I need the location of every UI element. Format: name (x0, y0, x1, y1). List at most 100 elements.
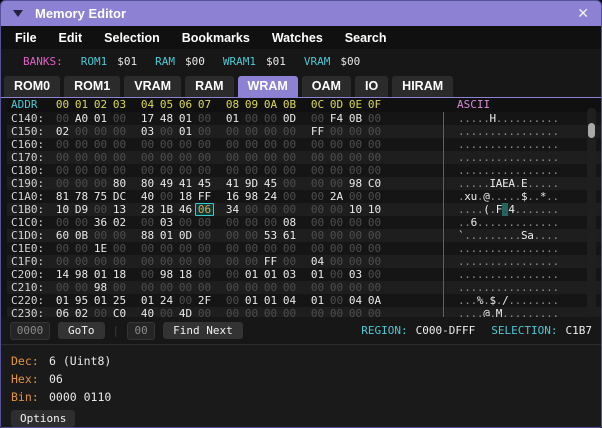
find-next-button[interactable]: Find Next (163, 322, 243, 339)
byte-cell[interactable]: 00 (53, 151, 72, 164)
byte-cell[interactable]: 00 (195, 216, 214, 229)
byte-cell[interactable]: 00 (346, 164, 365, 177)
byte-cell[interactable]: 00 (138, 151, 157, 164)
find-byte-input[interactable] (127, 321, 156, 340)
byte-cell[interactable]: 00 (72, 164, 91, 177)
byte-cell[interactable]: 00 (53, 242, 72, 255)
byte-cell[interactable]: 03 (157, 216, 176, 229)
byte-cell[interactable]: 00 (157, 255, 176, 268)
byte-cell[interactable]: 00 (195, 242, 214, 255)
scrollbar-thumb[interactable] (588, 123, 595, 138)
byte-cell[interactable]: 00 (157, 307, 176, 317)
byte-cell[interactable]: 00 (261, 125, 280, 138)
byte-cell[interactable]: 0B (346, 112, 365, 125)
byte-cell[interactable]: 00 (138, 164, 157, 177)
menu-selection[interactable]: Selection (93, 31, 171, 45)
byte-cell[interactable]: 00 (195, 255, 214, 268)
byte-cell[interactable]: 00 (157, 125, 176, 138)
byte-cell[interactable]: 41 (223, 177, 242, 190)
byte-cell[interactable]: C0 (365, 177, 384, 190)
byte-cell[interactable]: 24 (261, 190, 280, 203)
byte-cell[interactable]: 00 (308, 307, 327, 317)
goto-address-input[interactable] (10, 321, 50, 340)
byte-cell[interactable]: 98 (91, 281, 110, 294)
byte-cell[interactable]: 00 (72, 255, 91, 268)
byte-cell[interactable]: 01 (157, 229, 176, 242)
byte-cell[interactable]: 00 (72, 242, 91, 255)
byte-cell[interactable]: 40 (138, 307, 157, 317)
byte-cell[interactable]: 00 (72, 216, 91, 229)
byte-cell[interactable]: 00 (308, 112, 327, 125)
byte-cell[interactable]: FF (261, 255, 280, 268)
byte-cell[interactable]: 00 (261, 151, 280, 164)
ascii-char[interactable]: . (552, 138, 559, 151)
byte-cell[interactable]: 00 (223, 138, 242, 151)
byte-cell[interactable]: 88 (138, 229, 157, 242)
byte-cell[interactable]: 04 (308, 255, 327, 268)
byte-cell[interactable]: 00 (365, 138, 384, 151)
menu-watches[interactable]: Watches (261, 31, 334, 45)
ascii-char[interactable]: . (552, 307, 559, 317)
byte-cell[interactable]: 78 (72, 190, 91, 203)
byte-cell[interactable]: F4 (327, 112, 346, 125)
byte-cell[interactable]: 00 (327, 203, 346, 216)
byte-cell[interactable]: 00 (242, 229, 261, 242)
byte-cell[interactable]: 00 (91, 177, 110, 190)
byte-cell[interactable]: 00 (53, 138, 72, 151)
byte-cell[interactable]: 00 (346, 138, 365, 151)
byte-cell[interactable]: 00 (242, 216, 261, 229)
byte-cell[interactable]: 03 (138, 125, 157, 138)
byte-cell[interactable]: 98 (72, 268, 91, 281)
byte-cell[interactable]: 02 (110, 216, 129, 229)
byte-cell[interactable]: 00 (176, 242, 195, 255)
menu-bookmarks[interactable]: Bookmarks (171, 31, 261, 45)
byte-cell[interactable]: 00 (176, 255, 195, 268)
byte-cell[interactable]: 17 (138, 112, 157, 125)
byte-cell[interactable]: 60 (53, 229, 72, 242)
byte-cell[interactable]: 00 (261, 112, 280, 125)
ascii-char[interactable]: . (552, 112, 559, 125)
byte-cell[interactable]: 00 (223, 255, 242, 268)
byte-cell[interactable]: 00 (327, 138, 346, 151)
menu-search[interactable]: Search (334, 31, 398, 45)
byte-cell[interactable]: 00 (365, 164, 384, 177)
byte-cell[interactable]: FF (308, 125, 327, 138)
byte-cell[interactable]: 00 (327, 216, 346, 229)
byte-cell[interactable]: 0B (72, 229, 91, 242)
byte-cell[interactable]: 03 (346, 268, 365, 281)
byte-cell[interactable]: 00 (365, 190, 384, 203)
byte-cell[interactable]: 00 (308, 151, 327, 164)
byte-cell[interactable]: DC (110, 190, 129, 203)
byte-cell[interactable]: 36 (91, 216, 110, 229)
byte-cell[interactable]: 00 (242, 138, 261, 151)
byte-cell[interactable]: 00 (280, 307, 299, 317)
byte-cell[interactable]: C0 (110, 307, 129, 317)
byte-cell[interactable]: 00 (261, 138, 280, 151)
byte-cell[interactable]: 1E (91, 242, 110, 255)
byte-cell[interactable]: 00 (327, 268, 346, 281)
byte-cell[interactable]: 00 (223, 151, 242, 164)
byte-cell[interactable]: 00 (280, 164, 299, 177)
ascii-char[interactable]: . (552, 242, 559, 255)
byte-cell[interactable]: 00 (110, 164, 129, 177)
byte-cell[interactable]: 00 (157, 281, 176, 294)
byte-cell[interactable]: 00 (261, 307, 280, 317)
byte-cell[interactable]: 00 (53, 164, 72, 177)
byte-cell[interactable]: 00 (110, 229, 129, 242)
byte-cell[interactable]: 00 (308, 242, 327, 255)
tab-hiram[interactable]: HIRAM (392, 76, 454, 97)
byte-cell[interactable]: 10 (365, 203, 384, 216)
byte-cell[interactable]: 00 (280, 125, 299, 138)
byte-cell[interactable]: 00 (91, 229, 110, 242)
byte-cell[interactable]: 00 (280, 203, 299, 216)
byte-cell[interactable]: 00 (280, 138, 299, 151)
byte-cell[interactable]: 40 (138, 190, 157, 203)
byte-cell[interactable]: 02 (72, 307, 91, 317)
byte-cell[interactable]: 0D (176, 229, 195, 242)
byte-cell[interactable]: 28 (138, 203, 157, 216)
byte-cell[interactable]: 01 (176, 125, 195, 138)
byte-cell[interactable]: 04 (280, 294, 299, 307)
byte-cell[interactable]: 00 (53, 112, 72, 125)
byte-cell[interactable]: 00 (242, 255, 261, 268)
byte-cell[interactable]: 00 (110, 112, 129, 125)
